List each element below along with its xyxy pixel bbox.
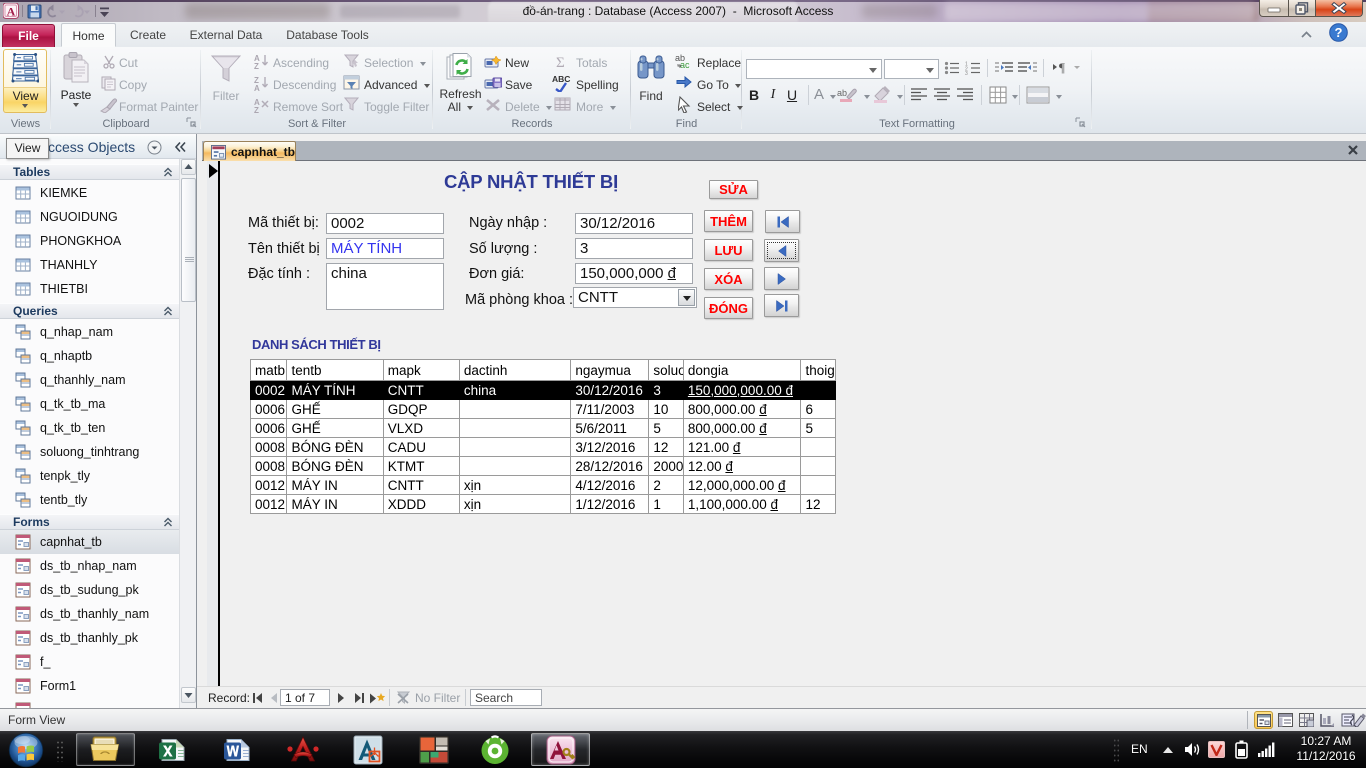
svg-text:¶: ¶: [1059, 60, 1065, 75]
svg-text:A: A: [254, 84, 260, 91]
svg-text:3: 3: [965, 71, 968, 75]
svg-text:ab: ab: [837, 88, 847, 98]
svg-text:?: ?: [1335, 25, 1343, 40]
svg-text:A: A: [7, 5, 16, 19]
svg-text:Z: Z: [254, 106, 259, 113]
svg-text:Σ: Σ: [556, 55, 565, 69]
svg-text:ac: ac: [680, 60, 690, 69]
svg-text:Z: Z: [254, 62, 259, 69]
svg-text:ABC: ABC: [552, 74, 570, 84]
